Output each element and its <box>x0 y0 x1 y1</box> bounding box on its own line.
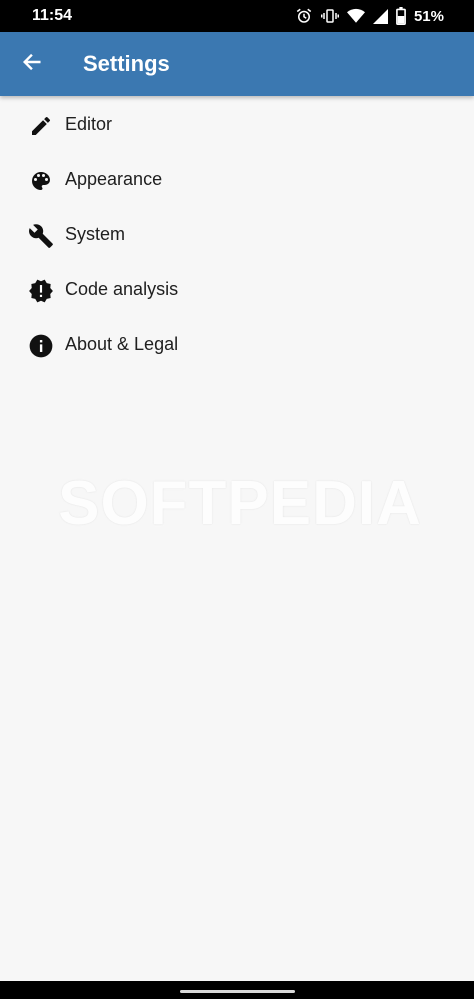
menu-item-system[interactable]: System <box>0 207 474 262</box>
signal-icon <box>372 8 388 24</box>
battery-icon <box>396 7 406 25</box>
menu-item-editor[interactable]: Editor <box>0 97 474 152</box>
menu-item-label: Appearance <box>65 169 163 189</box>
settings-menu: Editor Appearance System Code analysis A… <box>0 97 474 372</box>
menu-item-label: About & Legal <box>65 334 179 354</box>
alert-decagram-icon <box>28 278 54 304</box>
arrow-back-icon <box>21 51 43 78</box>
menu-item-about-legal[interactable]: About & Legal <box>0 317 474 372</box>
wifi-icon <box>346 8 365 24</box>
app-bar: Settings <box>0 32 474 96</box>
menu-item-appearance[interactable]: Appearance <box>0 152 474 207</box>
alarm-icon <box>295 7 313 25</box>
menu-item-label: System <box>65 224 126 244</box>
watermark: SOFTPEDIA <box>58 469 422 538</box>
page-title: Settings <box>83 51 170 76</box>
status-bar: 11:54 51% <box>0 0 474 32</box>
back-button[interactable] <box>18 50 46 78</box>
menu-item-code-analysis[interactable]: Code analysis <box>0 262 474 317</box>
pencil-icon <box>28 113 54 139</box>
status-icons: 51% <box>295 6 444 26</box>
navigation-bar <box>0 981 474 999</box>
status-time: 11:54 <box>32 7 73 24</box>
wrench-icon <box>28 223 54 249</box>
home-gesture-handle[interactable] <box>180 990 295 993</box>
vibrate-icon <box>320 7 339 25</box>
menu-item-label: Code analysis <box>65 279 179 299</box>
info-icon <box>28 333 54 359</box>
menu-item-label: Editor <box>65 114 113 134</box>
palette-icon <box>28 168 54 194</box>
battery-percent: 51% <box>413 7 444 25</box>
